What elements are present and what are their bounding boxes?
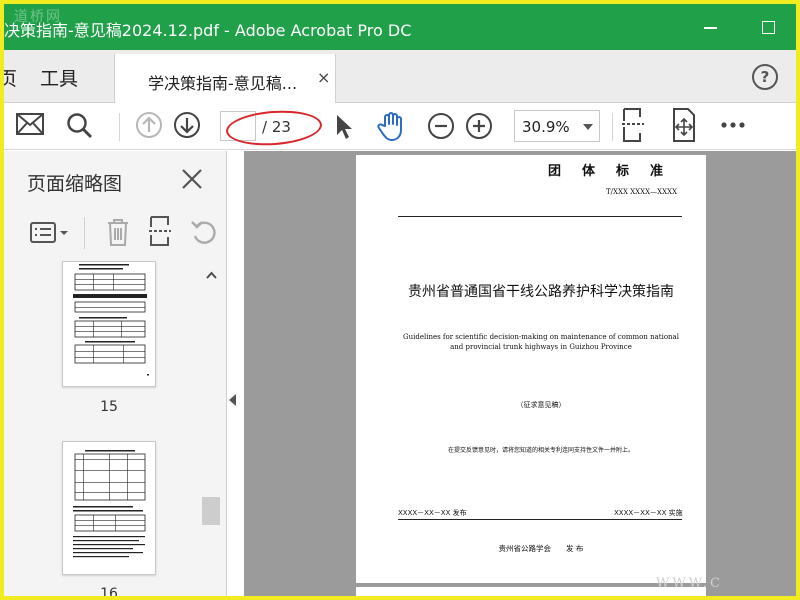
scrollbar-thumb[interactable] [202,497,220,525]
thumbnail-list: 15 16 [4,261,200,596]
tab-document[interactable]: 学决策指南-意见稿... × [114,54,336,104]
zoom-in-icon[interactable] [465,112,493,140]
tab-bar: 页 工具 学决策指南-意见稿... × ? [4,50,796,104]
document-title-cn: 贵州省普通国省干线公路养护科学决策指南 [408,284,674,300]
fit-page-icon[interactable] [670,107,698,143]
panel-divider [84,217,85,249]
issue-date: XXXX－XX－XX 发布 [398,509,467,517]
implementation-date: XXXX－XX－XX 实施 [614,509,683,517]
zoom-value: 30.9% [522,118,570,136]
watermark-url: WWW.C [656,576,723,591]
select-arrow-icon[interactable] [334,113,354,141]
tab-document-label: 学决策指南-意见稿... [148,74,298,93]
thumbnail-page-number: 15 [100,399,118,415]
collapse-panel-icon[interactable] [229,394,236,406]
hand-icon[interactable] [376,110,408,142]
options-menu-icon[interactable] [30,221,70,249]
acrobat-window: 道桥网 决策指南-意见稿2024.12.pdf - Adobe Acrobat … [4,4,796,596]
zoom-out-icon[interactable] [427,112,455,140]
document-title-en: Guidelines for scientific decision-makin… [403,333,679,351]
toolbar: / 23 30.9% [4,103,796,150]
close-panel-icon[interactable] [180,167,204,191]
thumbnail-scrollbar[interactable] [202,261,220,596]
pdf-next-page [356,587,706,596]
search-icon[interactable] [66,112,94,140]
close-tab-icon[interactable]: × [317,68,330,87]
next-page-icon[interactable] [173,111,201,139]
standard-code: T/XXX XXXX—XXXX [606,188,678,196]
thumbnail-page-15[interactable] [62,261,156,387]
publisher: 贵州省公路学会 发 布 [498,544,584,553]
chevron-up-icon[interactable] [206,269,217,282]
panel-title: 页面缩略图 [27,173,123,195]
thumbnail-page-16[interactable] [62,441,156,575]
chevron-down-icon [583,124,593,130]
divider-line [398,216,682,217]
minimize-button[interactable] [696,12,726,42]
insert-page-icon[interactable] [148,215,172,251]
toolbar-divider [119,113,120,141]
zoom-select[interactable]: 30.9% [514,110,600,142]
help-icon[interactable]: ? [752,64,778,90]
draft-label: （征求意见稿） [516,401,566,409]
document-view[interactable]: 团体标准 T/XXX XXXX—XXXX 贵州省普通国省干线公路养护科学决策指南… [244,151,796,596]
trash-icon[interactable] [106,217,130,251]
window-title: 决策指南-意见稿2024.12.pdf - Adobe Acrobat Pro … [4,21,412,40]
more-icon[interactable] [720,121,746,129]
feedback-note: 在提交反馈意见时，请将您知道的相关专利连同支持性文件一并附上。 [447,447,634,454]
thumbnail-page-number: 16 [100,586,118,596]
thumbnail-panel: 页面缩略图 15 16 [4,151,227,596]
title-bar: 道桥网 决策指南-意见稿2024.12.pdf - Adobe Acrobat … [4,4,796,50]
maximize-button[interactable] [754,12,784,42]
tab-home[interactable]: 页 [4,64,17,91]
toolbar-divider [612,113,613,141]
standard-header: 团体标准 [548,164,685,179]
prev-page-icon[interactable] [135,111,163,139]
tab-tools[interactable]: 工具 [40,64,78,91]
panel-toolbar [4,209,226,259]
rotate-icon[interactable] [190,218,218,250]
pdf-page: 团体标准 T/XXX XXXX—XXXX 贵州省普通国省干线公路养护科学决策指南… [356,155,706,583]
scroll-mode-icon[interactable] [620,107,646,143]
mail-icon[interactable] [16,113,44,135]
divider-line [398,519,682,520]
